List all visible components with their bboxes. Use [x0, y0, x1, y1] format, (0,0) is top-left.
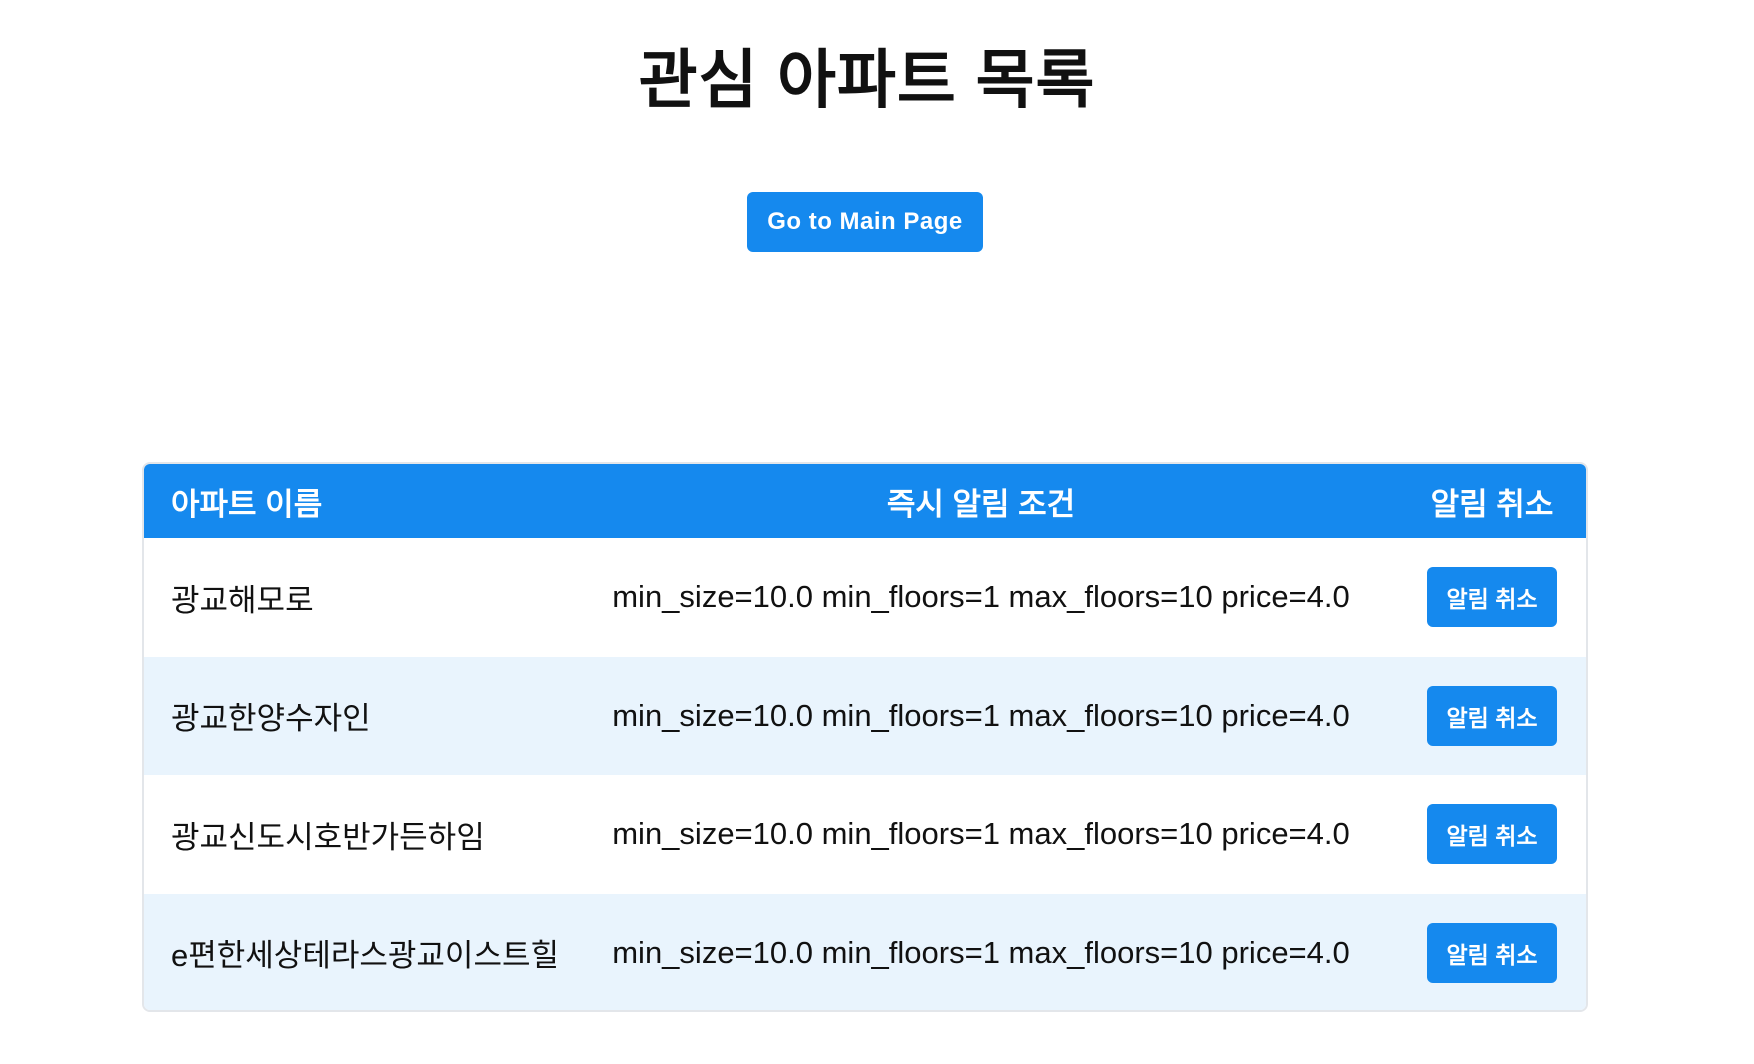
cancel-cell: 알림 취소	[1398, 657, 1586, 776]
cancel-cell: 알림 취소	[1398, 775, 1586, 894]
page-title: 관심 아파트 목록	[638, 44, 1096, 116]
table-row: 광교해모로 min_size=10.0 min_floors=1 max_flo…	[144, 538, 1586, 657]
apartment-name-cell: e편한세상테라스광교이스트힐	[171, 938, 559, 974]
watchlist-page: 관심 아파트 목록 Go to Main Page 아파트 이름 즉시 알림 조…	[0, 0, 1754, 1064]
alert-condition-cell: min_size=10.0 min_floors=1 max_floors=10…	[612, 934, 1350, 970]
watchlist-table: 아파트 이름 즉시 알림 조건 알림 취소 광교해모로 min_size=10.…	[144, 464, 1586, 1011]
table-header: 아파트 이름 즉시 알림 조건 알림 취소	[144, 464, 1586, 538]
watchlist-table-container: 아파트 이름 즉시 알림 조건 알림 취소 광교해모로 min_size=10.…	[142, 462, 1588, 1012]
apartment-name-cell: 광교한양수자인	[171, 701, 371, 737]
alert-condition-cell: min_size=10.0 min_floors=1 max_floors=10…	[612, 579, 1350, 615]
column-header-apartment-name: 아파트 이름	[171, 486, 323, 522]
alert-condition-cell: min_size=10.0 min_floors=1 max_floors=10…	[612, 697, 1350, 733]
cancel-cell: 알림 취소	[1398, 538, 1586, 657]
column-header-alert-condition: 즉시 알림 조건	[886, 486, 1076, 522]
table-header-row: 아파트 이름 즉시 알림 조건 알림 취소	[144, 464, 1586, 538]
cancel-alert-button[interactable]: 알림 취소	[1427, 685, 1557, 746]
cancel-alert-button[interactable]: 알림 취소	[1427, 922, 1557, 983]
apartment-name-cell: 광교신도시호반가든하임	[171, 819, 485, 855]
cancel-cell: 알림 취소	[1398, 894, 1586, 1011]
apartment-name-cell: 광교해모로	[171, 582, 314, 618]
table-row: 광교신도시호반가든하임 min_size=10.0 min_floors=1 m…	[144, 775, 1586, 894]
column-header-cancel-alert: 알림 취소	[1430, 486, 1554, 522]
alert-condition-cell: min_size=10.0 min_floors=1 max_floors=10…	[612, 816, 1350, 852]
cancel-alert-button[interactable]: 알림 취소	[1427, 804, 1557, 865]
table-row: e편한세상테라스광교이스트힐 min_size=10.0 min_floors=…	[144, 893, 1586, 1011]
go-to-main-page-button[interactable]: Go to Main Page	[747, 192, 983, 252]
table-body: 광교해모로 min_size=10.0 min_floors=1 max_flo…	[144, 538, 1586, 1011]
table-row: 광교한양수자인 min_size=10.0 min_floors=1 max_f…	[144, 656, 1586, 776]
cancel-alert-button[interactable]: 알림 취소	[1427, 567, 1557, 628]
